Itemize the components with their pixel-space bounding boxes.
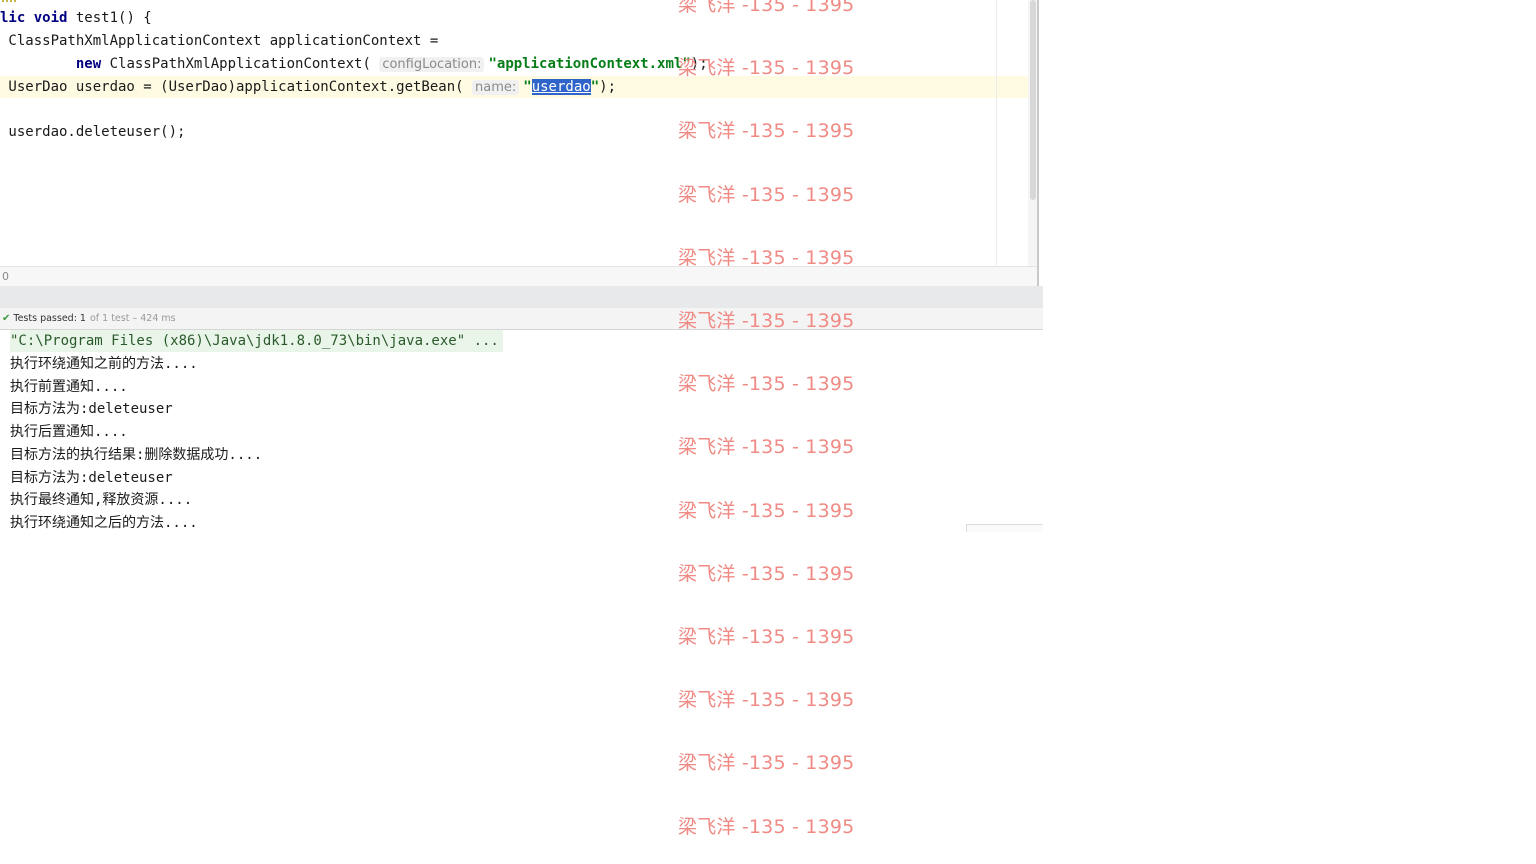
check-icon: ✔ (2, 313, 11, 324)
console-command-line: "C:\Program Files (x86)\Java\jdk1.8.0_73… (10, 330, 503, 352)
code-line[interactable]: new ClassPathXmlApplicationContext( conf… (0, 53, 708, 75)
parameter-hint: name: (472, 80, 520, 95)
console-scrollbar[interactable] (966, 524, 1043, 532)
code-token: ); (599, 79, 617, 95)
watermark-text: 梁飞洋 -135 - 1395 (678, 815, 855, 838)
code-editor[interactable]: lic void test1() { ClassPathXmlApplicati… (0, 0, 1037, 266)
console-line: 目标方法的执行结果:删除数据成功.... (10, 446, 263, 463)
code-token: " (523, 79, 532, 95)
code-token: lic (0, 10, 34, 26)
code-line[interactable]: lic void test1() { (0, 7, 152, 29)
selected-text: userdao (531, 79, 591, 95)
code-token: ); (690, 56, 708, 72)
watermark-text: 梁飞洋 -135 - 1395 (678, 562, 855, 585)
console-line: 执行后置通知.... (10, 424, 128, 441)
test-status-bar: ✔ Tests passed: 1 of 1 test – 424 ms (0, 308, 1043, 330)
code-token: void (33, 10, 68, 26)
code-line[interactable]: userdao.deleteuser(); (0, 121, 185, 143)
parameter-hint: configLocation: (379, 57, 485, 72)
console-line: 执行前置通知.... (10, 378, 128, 395)
editor-scrollbar-thumb[interactable] (1030, 0, 1036, 200)
console-line: 执行环绕通知之前的方法.... (10, 356, 198, 372)
watermark-text: 梁飞洋 -135 - 1395 (678, 752, 855, 775)
console-line: 执行最终通知,释放资源.... (10, 492, 193, 509)
fold-marker (2, 0, 16, 6)
panel-splitter[interactable] (0, 286, 1043, 308)
watermark-text: 梁飞洋 -135 - 1395 (678, 689, 855, 712)
console-line: 目标方法为:deleteuser (10, 401, 173, 418)
code-token: test1() { (67, 10, 152, 26)
code-token: " (590, 79, 600, 95)
console-line: 执行环绕通知之后的方法.... (10, 514, 198, 531)
right-margin-guide (996, 0, 997, 266)
watermark-text: 梁飞洋 -135 - 1395 (678, 626, 855, 648)
gutter-number: 0 (2, 270, 9, 283)
code-token: ClassPathXmlApplicationContext( (101, 56, 380, 72)
editor-border (1037, 0, 1039, 286)
run-console[interactable]: "C:\Program Files (x86)\Java\jdk1.8.0_73… (0, 330, 1043, 532)
code-token: UserDao userdao = (UserDao)applicationCo… (0, 79, 473, 95)
breadcrumb-bar (0, 266, 1037, 287)
code-token: new (75, 56, 102, 72)
console-line: 目标方法为:deleteuser (10, 469, 173, 486)
code-token: userdao.deleteuser(); (0, 124, 186, 140)
code-line[interactable]: ClassPathXmlApplicationContext applicati… (0, 30, 438, 52)
code-token: "applicationContext.xml" (488, 56, 691, 72)
code-token: ClassPathXmlApplicationContext applicati… (0, 33, 439, 49)
tests-detail: of 1 test – 424 ms (89, 313, 176, 324)
tests-passed-label: Tests passed: 1 (13, 313, 86, 324)
code-line[interactable]: UserDao userdao = (UserDao)applicationCo… (0, 76, 1028, 98)
